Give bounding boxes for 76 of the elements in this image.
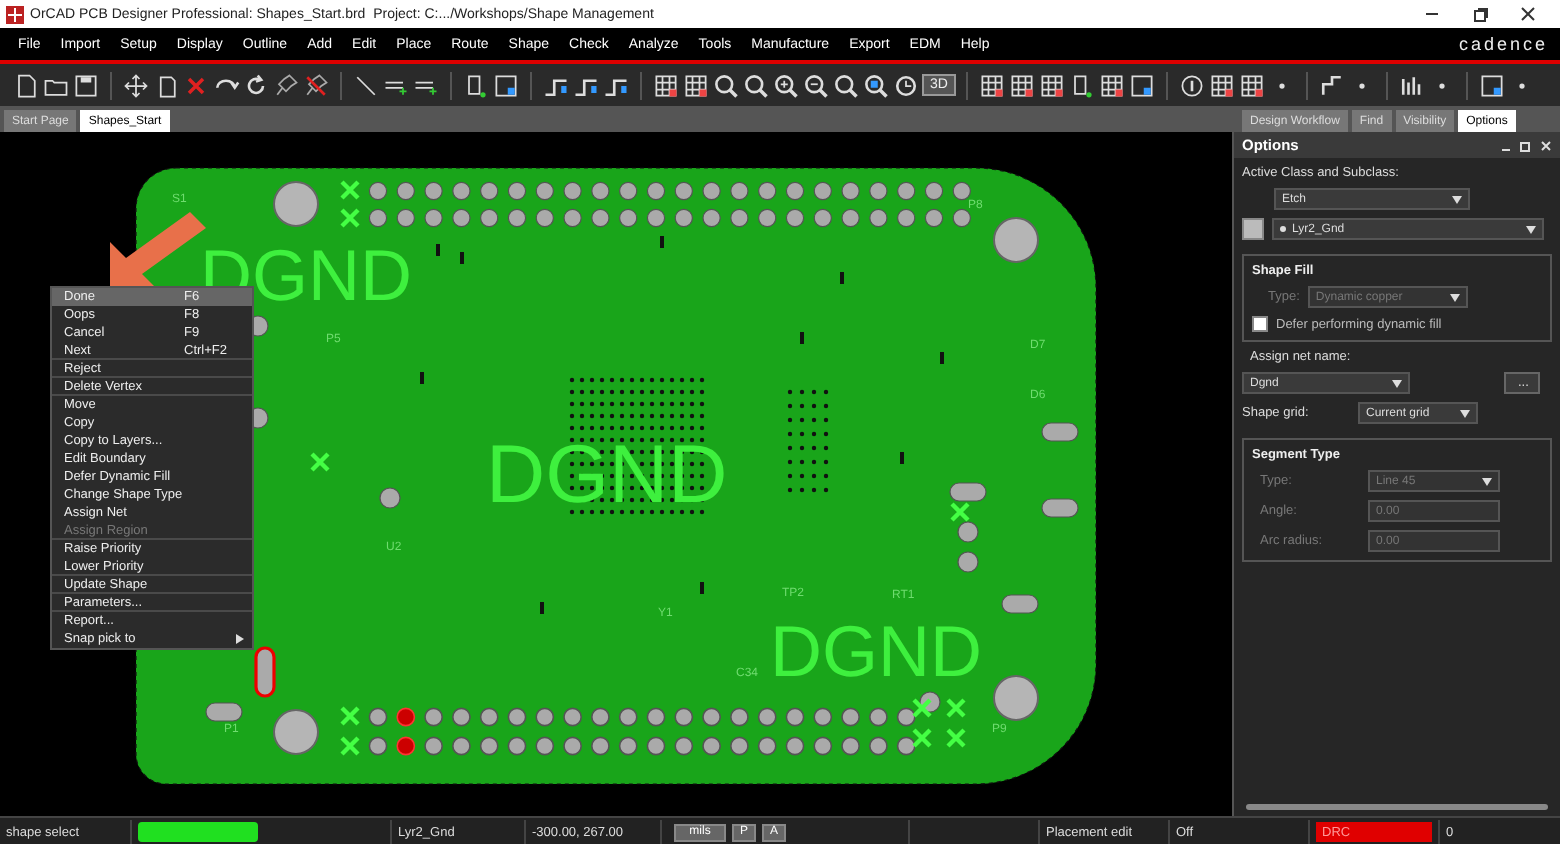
checkbox[interactable] (1252, 316, 1268, 332)
submenu-arrow-icon (236, 634, 244, 644)
oval-pad (1001, 594, 1039, 614)
grid-icon[interactable] (977, 71, 1006, 99)
via-marker (339, 179, 361, 201)
unpin-icon[interactable] (302, 71, 330, 99)
restore-icon[interactable] (1472, 6, 1488, 22)
grid-icon[interactable] (1007, 71, 1036, 99)
zoom-in-icon[interactable] (772, 71, 800, 99)
dot-icon (1280, 226, 1286, 232)
oval-pad (205, 702, 243, 722)
component-mark (940, 352, 944, 364)
highlighted-pad (254, 646, 276, 698)
scrollbar[interactable] (1246, 804, 1548, 810)
via-marker (339, 705, 361, 727)
zoom-icon[interactable] (742, 71, 770, 99)
component-mark (900, 452, 904, 464)
grid-icon[interactable] (1207, 71, 1236, 99)
logo: cadence (1458, 34, 1550, 54)
pointer-arrow (110, 212, 206, 290)
component-mark (800, 332, 804, 344)
via-marker (911, 727, 933, 749)
mounting-hole (993, 675, 1039, 721)
corner-shape-icon[interactable] (1317, 71, 1346, 99)
net-label: DGND (486, 428, 728, 520)
via-marker (945, 727, 967, 749)
rotate-icon[interactable] (242, 71, 270, 99)
component-mark (420, 372, 424, 384)
pad (379, 487, 401, 509)
mounting-hole (273, 181, 319, 227)
component-icon[interactable] (462, 71, 490, 99)
grid-icon[interactable] (1237, 71, 1266, 99)
component-mark (700, 582, 704, 594)
component-mark (660, 236, 664, 248)
close-icon[interactable] (1520, 6, 1536, 22)
pad (957, 551, 979, 573)
app-icon (6, 5, 24, 23)
grid-icon[interactable] (1037, 71, 1066, 99)
bars-icon[interactable] (1397, 71, 1426, 99)
save-icon[interactable] (72, 71, 100, 99)
via-marker (309, 451, 331, 473)
color-swatch[interactable] (1242, 218, 1264, 240)
idle-indicator (138, 822, 258, 842)
line-icon[interactable] (352, 71, 380, 99)
via-marker (911, 697, 933, 719)
grid-icon[interactable] (682, 71, 710, 99)
window-icon[interactable] (492, 71, 520, 99)
oval-pad (1041, 422, 1079, 442)
window-icon[interactable] (1477, 71, 1506, 99)
pad (957, 521, 979, 543)
pad (919, 691, 941, 713)
zoom-icon[interactable] (832, 71, 860, 99)
via-marker (339, 207, 361, 229)
pin-icon[interactable] (272, 71, 300, 99)
zoom-out-icon[interactable] (802, 71, 830, 99)
mounting-hole (993, 217, 1039, 263)
component-mark (436, 244, 440, 256)
window-icon[interactable] (1127, 71, 1156, 99)
component-mark (840, 272, 844, 284)
component-mark (460, 252, 464, 264)
zoom-icon[interactable] (712, 71, 740, 99)
net-label: DGND (770, 610, 982, 692)
grid-icon[interactable] (1097, 71, 1126, 99)
oval-pad (1041, 498, 1079, 518)
info-icon[interactable] (1177, 71, 1206, 99)
oval-pad (949, 482, 987, 502)
file-icon[interactable] (12, 71, 40, 99)
mounting-hole (273, 709, 319, 755)
grid-icon[interactable] (652, 71, 680, 99)
via-marker (339, 735, 361, 757)
float-icon[interactable] (1520, 139, 1532, 151)
component-mark (540, 602, 544, 614)
via-marker (945, 697, 967, 719)
zoom-fit-icon[interactable] (862, 71, 890, 99)
move-icon[interactable] (122, 71, 150, 99)
via-marker (949, 501, 971, 523)
